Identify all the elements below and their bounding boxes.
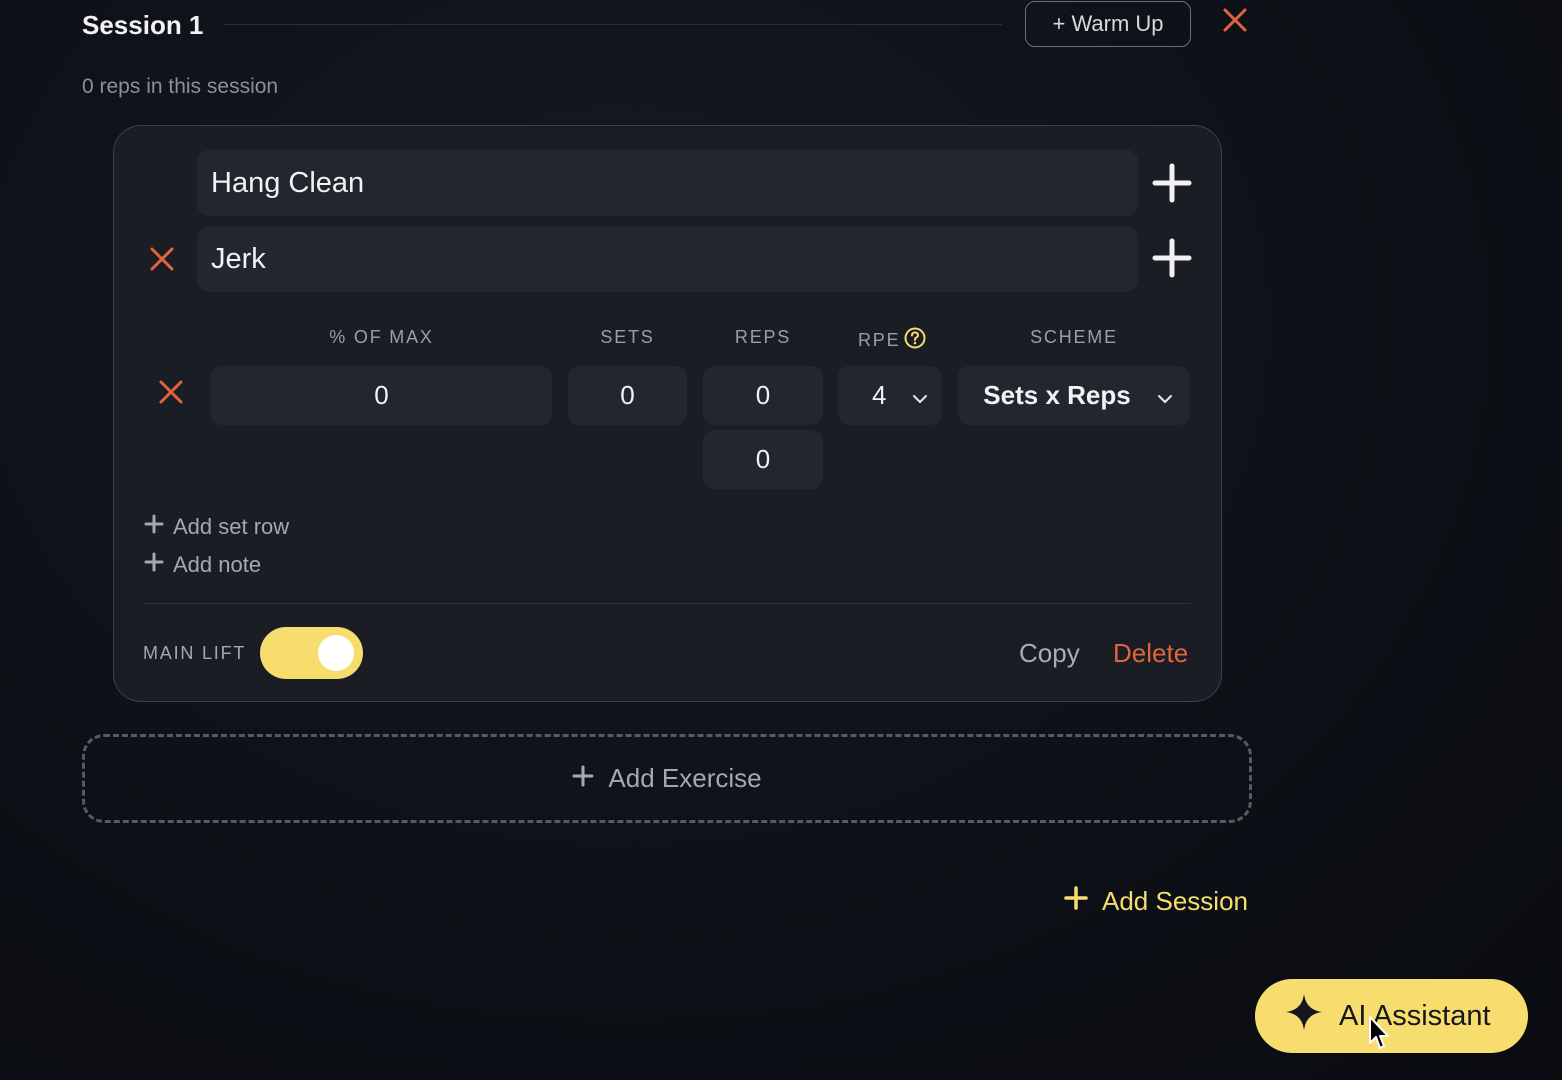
close-session-icon[interactable] <box>1220 4 1250 36</box>
toggle-knob <box>318 635 354 671</box>
add-set-row-label: Add set row <box>173 514 290 539</box>
reps-input-secondary[interactable]: 0 <box>703 430 823 489</box>
column-header-rpe: RPE <box>858 327 928 354</box>
plus-icon <box>572 763 594 794</box>
pct-max-input[interactable]: 0 <box>211 366 552 425</box>
help-icon[interactable] <box>904 327 926 354</box>
rpe-select[interactable]: 4 <box>838 366 942 425</box>
add-exercise-button[interactable]: Add Exercise <box>82 734 1252 823</box>
ai-assistant-label: AI Assistant <box>1339 999 1491 1032</box>
session-title: Session 1 <box>82 10 204 40</box>
scheme-value: Sets x Reps <box>983 380 1131 410</box>
scheme-select[interactable]: Sets x Reps <box>958 366 1190 425</box>
main-lift-label: MAIN LIFT <box>143 643 247 663</box>
chevron-down-icon <box>912 380 928 411</box>
rpe-label: RPE <box>858 330 901 350</box>
chevron-down-icon <box>1157 380 1173 411</box>
session-divider <box>224 24 1002 25</box>
add-note-label: Add note <box>173 552 262 577</box>
exercise-name-field[interactable]: Jerk <box>197 226 1138 292</box>
warm-up-button[interactable]: + Warm Up <box>1025 1 1191 47</box>
add-session-button[interactable]: Add Session <box>1064 886 1248 917</box>
remove-set-row-icon[interactable] <box>157 378 185 406</box>
delete-button[interactable]: Delete <box>1113 638 1188 669</box>
reps-input[interactable]: 0 <box>703 366 823 425</box>
add-exercise-label: Add Exercise <box>608 763 762 793</box>
exercise-name-field[interactable]: Hang Clean <box>197 150 1138 216</box>
plus-icon <box>144 552 164 578</box>
session-rep-count: 0 reps in this session <box>82 75 279 98</box>
column-header-sets: SETS <box>600 327 655 347</box>
card-divider <box>143 603 1191 604</box>
add-exercise-variant-icon[interactable] <box>1152 238 1192 278</box>
rpe-value: 4 <box>872 380 887 410</box>
add-session-label: Add Session <box>1102 886 1248 916</box>
mouse-cursor-icon <box>1368 1015 1392 1051</box>
column-header-scheme: SCHEME <box>1030 327 1118 347</box>
copy-button[interactable]: Copy <box>1019 638 1080 669</box>
main-lift-toggle[interactable] <box>260 627 363 679</box>
column-header-reps: REPS <box>734 327 792 347</box>
sets-input[interactable]: 0 <box>568 366 687 425</box>
add-note-button[interactable]: Add note <box>144 552 261 578</box>
sparkle-icon <box>1285 993 1323 1039</box>
remove-exercise-icon[interactable] <box>148 245 176 273</box>
add-set-row-button[interactable]: Add set row <box>144 514 289 540</box>
plus-icon <box>144 514 164 540</box>
add-exercise-variant-icon[interactable] <box>1152 163 1192 203</box>
column-header-pct-max: % OF MAX <box>329 327 434 347</box>
plus-icon <box>1064 886 1088 917</box>
